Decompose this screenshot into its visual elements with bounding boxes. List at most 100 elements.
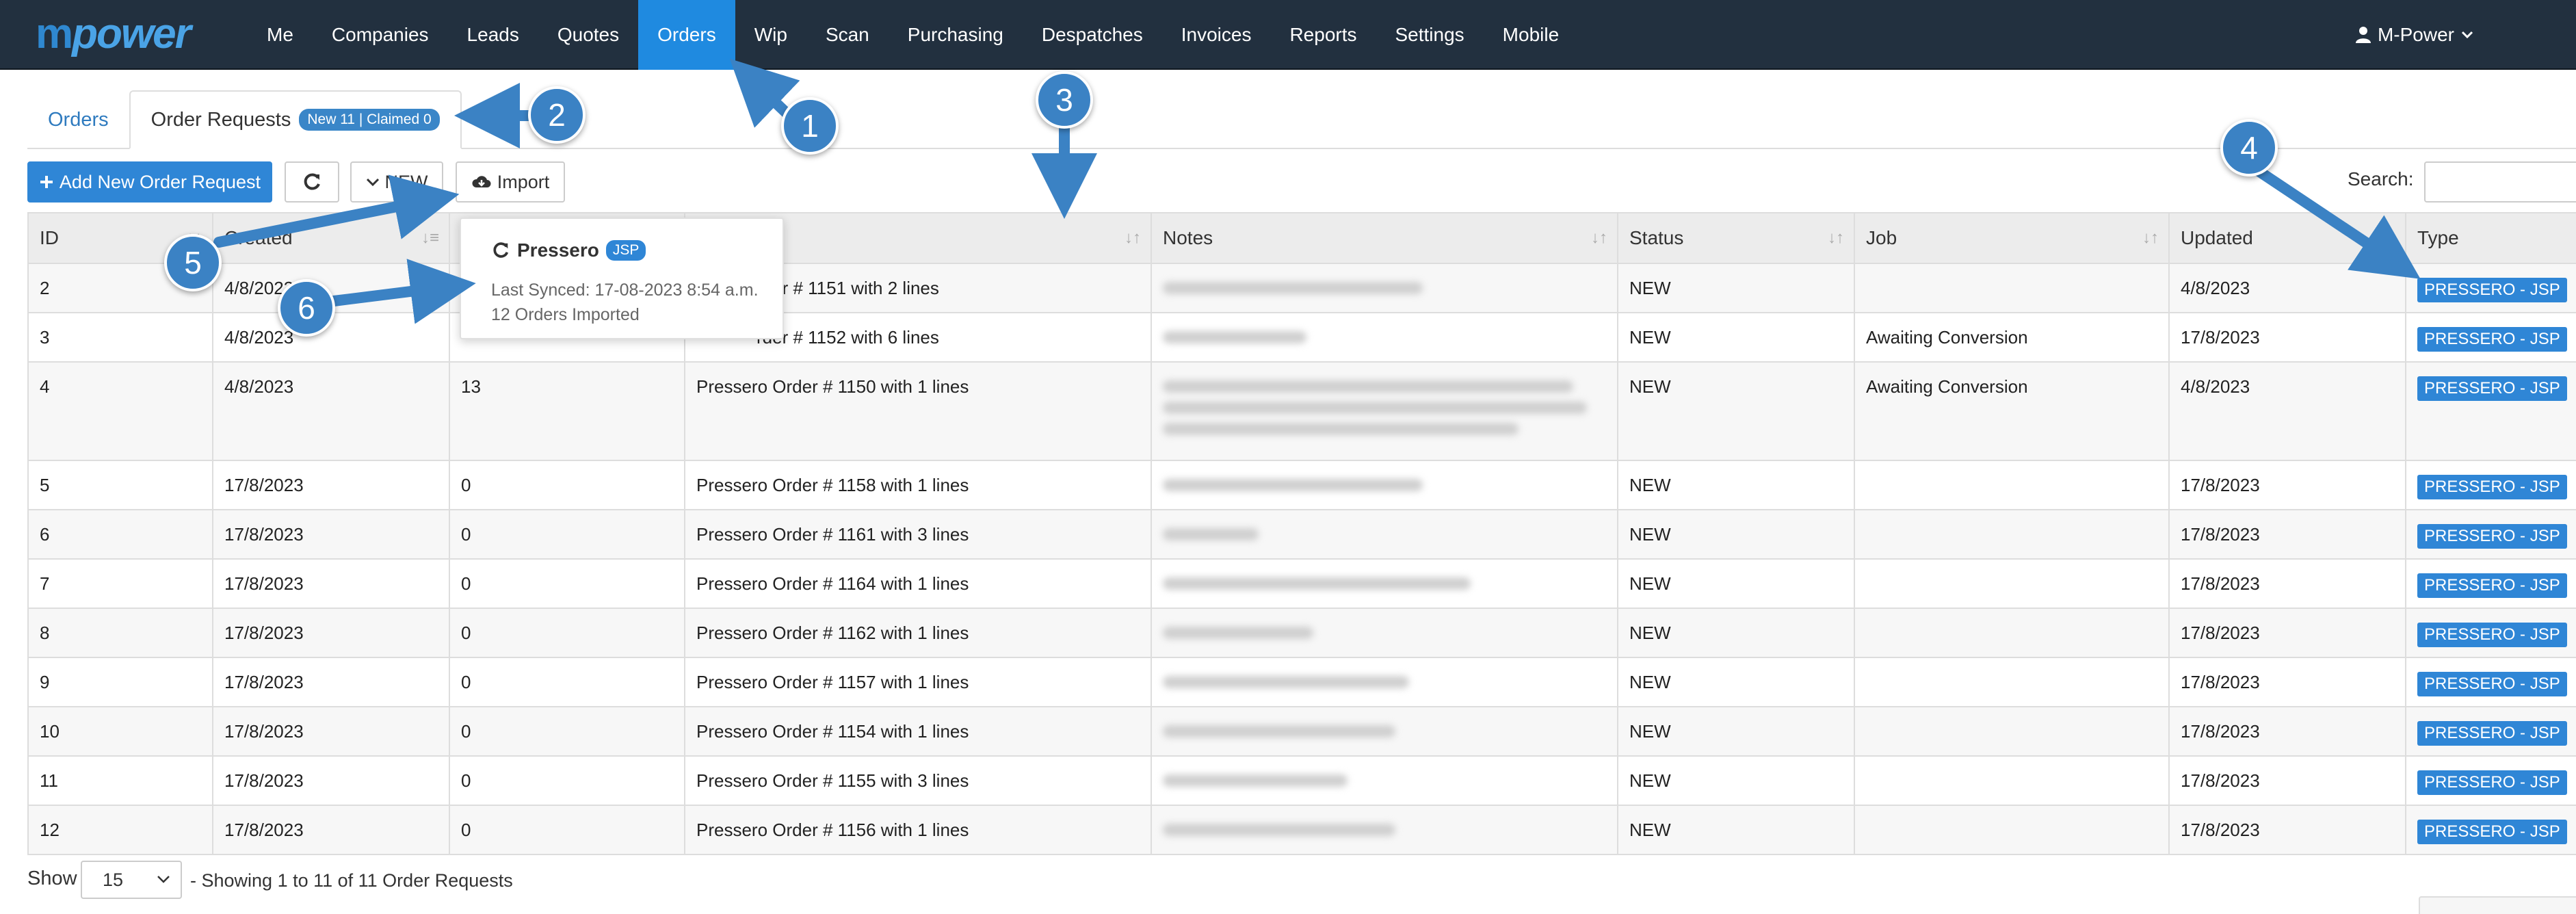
nav-orders[interactable]: Orders bbox=[638, 0, 735, 70]
cell-notes bbox=[1151, 361, 1618, 461]
search-input[interactable] bbox=[2424, 161, 2576, 203]
cell-description: Pressero Order # 1164 with 1 lines bbox=[684, 558, 1152, 609]
cell-created: 17/8/2023 bbox=[212, 755, 450, 806]
cell-job: Awaiting Conversion bbox=[1854, 312, 2170, 363]
cell-type: PRESSERO - JSP bbox=[2405, 657, 2576, 707]
cell-updated: 17/8/2023 bbox=[2168, 460, 2406, 510]
mpower-logo[interactable]: m power bbox=[36, 10, 192, 57]
cell-description: Pressero Order # 1155 with 3 lines bbox=[684, 755, 1152, 806]
cell-status: NEW bbox=[1617, 263, 1855, 313]
logo-power: power bbox=[72, 10, 192, 57]
cell-id: 4 bbox=[27, 361, 213, 461]
nav-settings[interactable]: Settings bbox=[1376, 0, 1484, 70]
table-header-row: ID↓↑ Created↓≡ ↓↑ Notes↓↑ Status↓↑ Job↓↑… bbox=[27, 212, 2576, 264]
refresh-icon bbox=[304, 173, 320, 190]
table-row[interactable]: 10 17/8/2023 0 Pressero Order # 1154 wit… bbox=[27, 706, 2576, 757]
nav-me[interactable]: Me bbox=[248, 0, 313, 70]
table-row[interactable]: 7 17/8/2023 0 Pressero Order # 1164 with… bbox=[27, 558, 2576, 609]
cell-created: 4/8/2023 bbox=[212, 361, 450, 461]
nav-wip[interactable]: Wip bbox=[735, 0, 806, 70]
status-filter-label: NEW bbox=[384, 171, 428, 192]
nav-reports[interactable]: Reports bbox=[1270, 0, 1376, 70]
cell-updated: 17/8/2023 bbox=[2168, 509, 2406, 560]
user-menu[interactable]: M-Power bbox=[2355, 0, 2473, 70]
column-header-type[interactable]: Type bbox=[2405, 212, 2576, 264]
cell-status: NEW bbox=[1617, 361, 1855, 461]
nav-mobile[interactable]: Mobile bbox=[1484, 0, 1578, 70]
nav-leads[interactable]: Leads bbox=[448, 0, 538, 70]
cell-notes bbox=[1151, 706, 1618, 757]
tabs: Orders Order Requests New 11 | Claimed 0 bbox=[27, 90, 462, 149]
cell-notes bbox=[1151, 755, 1618, 806]
cell-type: PRESSERO - JSP bbox=[2405, 558, 2576, 609]
cell-updated: 17/8/2023 bbox=[2168, 312, 2406, 363]
column-header-created[interactable]: Created ↓≡ bbox=[212, 212, 450, 264]
type-badge: PRESSERO - JSP bbox=[2417, 672, 2567, 696]
blurred-notes bbox=[1163, 774, 1348, 787]
table-row[interactable]: 12 17/8/2023 0 Pressero Order # 1156 wit… bbox=[27, 805, 2576, 855]
page-size-value: 15 bbox=[103, 869, 124, 890]
import-button[interactable]: Import bbox=[456, 161, 565, 203]
table-row[interactable]: 9 17/8/2023 0 Pressero Order # 1157 with… bbox=[27, 657, 2576, 707]
cell-count: 0 bbox=[449, 706, 685, 757]
table-row[interactable]: 11 17/8/2023 0 Pressero Order # 1155 wit… bbox=[27, 755, 2576, 806]
table-row[interactable]: 6 17/8/2023 0 Pressero Order # 1161 with… bbox=[27, 509, 2576, 560]
refresh-button[interactable] bbox=[285, 161, 339, 203]
tab-order-requests[interactable]: Order Requests New 11 | Claimed 0 bbox=[129, 90, 462, 149]
orders-imported-text: 12 Orders Imported bbox=[491, 305, 640, 324]
blurred-notes bbox=[1163, 282, 1423, 294]
cell-description: Pressero Order # 1154 with 1 lines bbox=[684, 706, 1152, 757]
cell-type: PRESSERO - JSP bbox=[2405, 706, 2576, 757]
table-row[interactable]: 3 4/8/2023 rder # 1152 with 6 lines NEW … bbox=[27, 312, 2576, 363]
nav-quotes[interactable]: Quotes bbox=[538, 0, 638, 70]
cell-id: 3 bbox=[27, 312, 213, 363]
cell-type: PRESSERO - JSP bbox=[2405, 755, 2576, 806]
cell-notes bbox=[1151, 558, 1618, 609]
add-new-order-request-button[interactable]: Add New Order Request bbox=[27, 161, 272, 203]
blurred-notes bbox=[1163, 577, 1471, 590]
chevron-down-icon bbox=[157, 876, 170, 883]
popover-title-row[interactable]: Pressero JSP bbox=[491, 239, 646, 261]
table-row[interactable]: 5 17/8/2023 0 Pressero Order # 1158 with… bbox=[27, 460, 2576, 510]
order-requests-table: ID↓↑ Created↓≡ ↓↑ Notes↓↑ Status↓↑ Job↓↑… bbox=[27, 212, 2576, 855]
cell-created: 17/8/2023 bbox=[212, 509, 450, 560]
table-row[interactable]: 8 17/8/2023 0 Pressero Order # 1162 with… bbox=[27, 608, 2576, 658]
type-badge: PRESSERO - JSP bbox=[2417, 573, 2567, 598]
table-row[interactable]: 4 4/8/2023 13 Pressero Order # 1150 with… bbox=[27, 361, 2576, 461]
show-label: Show bbox=[27, 867, 77, 889]
column-header-updated[interactable]: Updated ↓↑ bbox=[2168, 212, 2406, 264]
tab-orders[interactable]: Orders bbox=[27, 90, 129, 149]
pagination[interactable] bbox=[2419, 896, 2576, 914]
cell-notes bbox=[1151, 657, 1618, 707]
column-header-notes[interactable]: Notes ↓↑ bbox=[1151, 212, 1618, 264]
table-row[interactable]: 2 4/8/2023 rder # 1151 with 2 lines NEW … bbox=[27, 263, 2576, 313]
type-badge: PRESSERO - JSP bbox=[2417, 770, 2567, 795]
blurred-notes bbox=[1163, 725, 1395, 737]
blurred-notes bbox=[1163, 676, 1409, 688]
nav-scan[interactable]: Scan bbox=[806, 0, 889, 70]
cell-notes bbox=[1151, 460, 1618, 510]
type-badge: PRESSERO - JSP bbox=[2417, 524, 2567, 549]
search-label: Search: bbox=[2348, 168, 2414, 190]
blurred-notes bbox=[1163, 824, 1395, 836]
blurred-notes bbox=[1163, 380, 1573, 393]
status-filter-dropdown[interactable]: NEW bbox=[350, 161, 443, 203]
nav-despatches[interactable]: Despatches bbox=[1023, 0, 1162, 70]
cell-count: 0 bbox=[449, 509, 685, 560]
cell-type: PRESSERO - JSP bbox=[2405, 312, 2576, 363]
column-header-status[interactable]: Status ↓↑ bbox=[1617, 212, 1855, 264]
cell-count: 0 bbox=[449, 657, 685, 707]
nav-purchasing[interactable]: Purchasing bbox=[889, 0, 1023, 70]
cell-id: 10 bbox=[27, 706, 213, 757]
cell-job bbox=[1854, 608, 2170, 658]
cell-updated: 17/8/2023 bbox=[2168, 706, 2406, 757]
cell-updated: 17/8/2023 bbox=[2168, 755, 2406, 806]
column-header-job[interactable]: Job ↓↑ bbox=[1854, 212, 2170, 264]
cell-id: 9 bbox=[27, 657, 213, 707]
cell-updated: 17/8/2023 bbox=[2168, 608, 2406, 658]
nav-companies[interactable]: Companies bbox=[313, 0, 448, 70]
sort-desc-icon: ↓≡ bbox=[421, 228, 439, 247]
order-requests-count-badge: New 11 | Claimed 0 bbox=[299, 109, 440, 131]
page-size-select[interactable]: 15 bbox=[81, 861, 182, 899]
nav-invoices[interactable]: Invoices bbox=[1162, 0, 1271, 70]
